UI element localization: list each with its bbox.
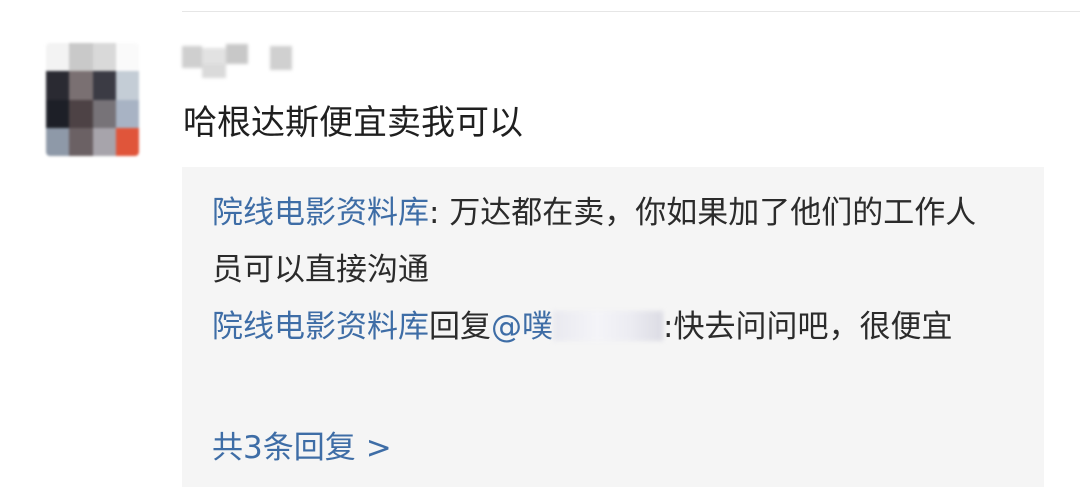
more-replies-link[interactable]: 共3条回复 > xyxy=(212,425,392,471)
reply-box: 院线电影资料库: 万达都在卖，你如果加了他们的工作人员可以直接沟通 院线电影资料… xyxy=(182,167,1044,487)
reply-verb: 回复 xyxy=(429,309,491,345)
avatar[interactable] xyxy=(46,43,139,156)
top-divider xyxy=(182,11,1080,12)
comment-screen: 哈根达斯便宜卖我可以 院线电影资料库: 万达都在卖，你如果加了他们的工作人员可以… xyxy=(0,0,1080,498)
reply-item[interactable]: 院线电影资料库: 万达都在卖，你如果加了他们的工作人员可以直接沟通 xyxy=(212,185,1002,299)
chevron-right-icon: > xyxy=(365,430,392,466)
reply-text: 快去问问吧，很便宜 xyxy=(673,309,953,345)
reply-author[interactable]: 院线电影资料库 xyxy=(212,195,429,231)
reply-item[interactable]: 院线电影资料库回复@噗:快去问问吧，很便宜 xyxy=(212,299,1002,356)
reply-author[interactable]: 院线电影资料库 xyxy=(212,309,429,345)
mention-redacted xyxy=(553,311,663,341)
more-replies-label: 共3条回复 xyxy=(212,430,356,466)
reply-separator: : xyxy=(663,309,674,345)
mention-link[interactable]: @噗 xyxy=(491,309,553,345)
reply-separator: : xyxy=(429,195,450,231)
comment-text: 哈根达斯便宜卖我可以 xyxy=(183,103,523,143)
username-blurred[interactable] xyxy=(182,44,302,78)
